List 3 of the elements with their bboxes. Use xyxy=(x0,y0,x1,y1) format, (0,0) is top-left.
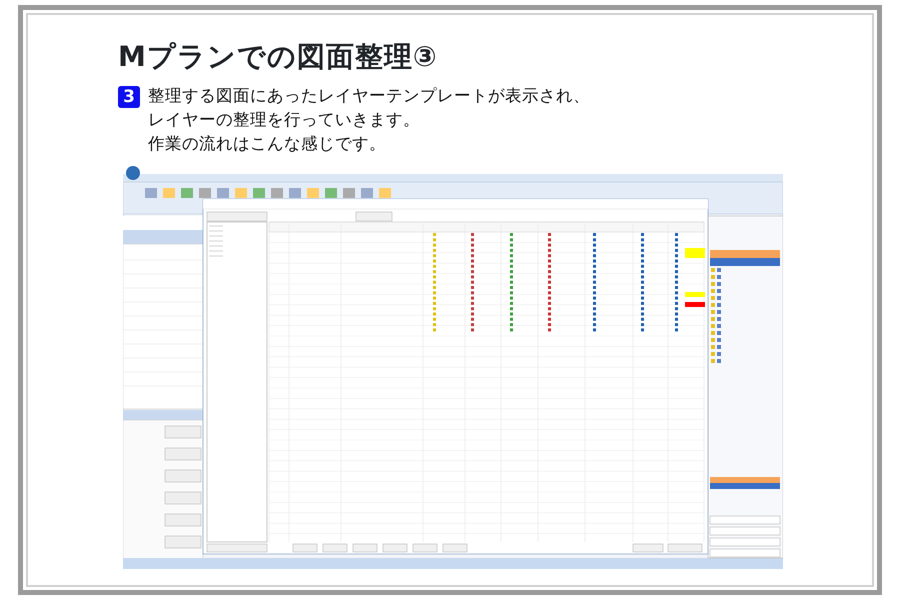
step-text: 整理する図面にあったレイヤーテンプレートが表示され、 レイヤーの整理を行っていきます。 作業の流れはこんな感じです。 xyxy=(148,84,590,155)
step-number: 3 xyxy=(118,86,140,108)
slide-title: Mプランでの図面整理③ xyxy=(118,40,439,74)
